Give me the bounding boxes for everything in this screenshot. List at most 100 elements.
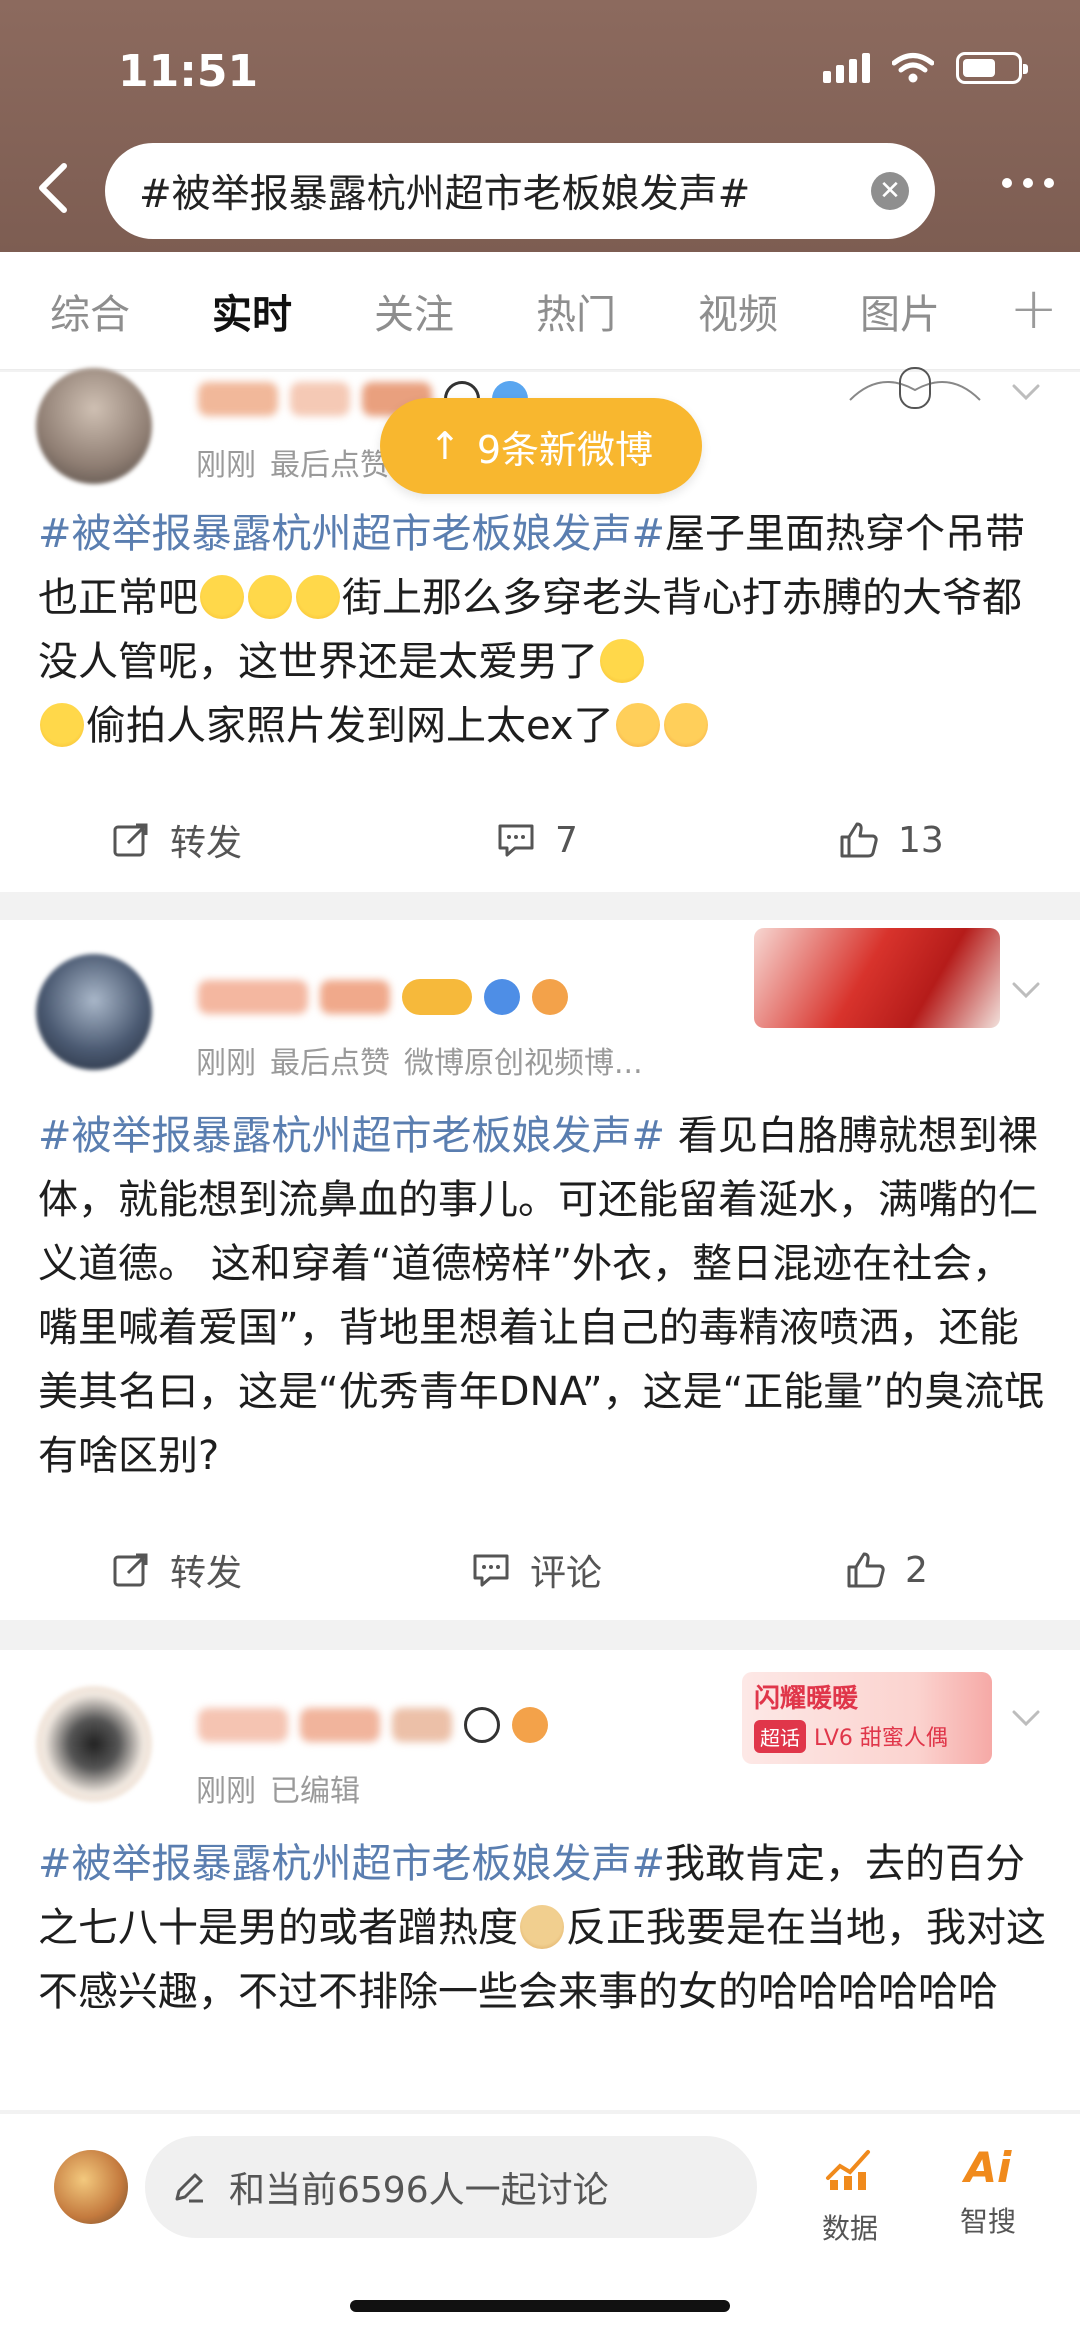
comment-icon bbox=[473, 1554, 509, 1587]
like-button[interactable]: 13 bbox=[838, 819, 944, 861]
grin-emoji-icon bbox=[248, 575, 292, 619]
comment-count: 7 bbox=[555, 819, 578, 861]
post-card: 刚刚 最后点赞 微博原创视频博... #被举报暴露杭州超市老板娘发声# 看见白胳膊就… bbox=[0, 920, 1080, 1620]
panda-badge-icon bbox=[464, 1707, 500, 1743]
smart-search-label: 智搜 bbox=[959, 2205, 1016, 2238]
crying-emoji-icon bbox=[615, 703, 660, 747]
tab-video[interactable]: 视频 bbox=[698, 282, 808, 340]
post-text: #被举报暴露杭州超市老板娘发声# 看见白胳膊就想到裸体，就能想到流鼻血的事儿。可… bbox=[38, 1104, 1048, 1488]
comment-label: 评论 bbox=[530, 1553, 603, 1594]
smirk-emoji-icon bbox=[600, 639, 644, 683]
tab-following[interactable]: 关注 bbox=[374, 282, 484, 340]
thumbs-up-icon bbox=[840, 822, 878, 858]
chevron-down-icon[interactable] bbox=[1008, 972, 1044, 1008]
topic-link[interactable]: #被举报暴露杭州超市老板娘发声# bbox=[38, 1113, 665, 1159]
wifi-icon bbox=[892, 53, 934, 83]
top-header: 11:51 #被举报暴露杭州超市老板娘发声# ✕ bbox=[0, 0, 1080, 252]
decorative-cage-icon bbox=[849, 367, 981, 409]
comment-button[interactable]: 7 bbox=[495, 819, 578, 861]
search-query: #被举报暴露杭州超市老板娘发声# bbox=[139, 172, 751, 217]
chevron-down-icon[interactable] bbox=[1008, 374, 1044, 410]
new-posts-label: 9条新微博 bbox=[476, 427, 654, 472]
post-edited: 已编辑 bbox=[270, 1774, 360, 1809]
post-text: #被举报暴露杭州超市老板娘发声#我敢肯定，去的百分之七八十是男的或者蹭热度 反正我… bbox=[38, 1832, 1048, 2024]
fan-badge-level: LV6 甜蜜人偶 bbox=[814, 1726, 948, 1751]
like-count: 13 bbox=[898, 819, 944, 861]
smirk-emoji-icon bbox=[40, 703, 84, 747]
grin-emoji-icon bbox=[296, 575, 340, 619]
search-input[interactable]: #被举报暴露杭州超市老板娘发声# ✕ bbox=[105, 143, 935, 239]
fan-badge-sub: 超话 bbox=[754, 1720, 806, 1753]
username-row[interactable] bbox=[198, 1700, 548, 1750]
tab-bar: 综合 实时 关注 热门 视频 图片 + bbox=[0, 252, 1080, 370]
post-source: 微博原创视频博... bbox=[404, 1046, 643, 1081]
repost-icon bbox=[113, 1553, 148, 1587]
repost-icon bbox=[113, 823, 148, 857]
comment-button[interactable]: 评论 bbox=[470, 1544, 602, 1596]
topic-link[interactable]: #被举报暴露杭州超市老板娘发声# bbox=[38, 511, 665, 557]
tab-comprehensive[interactable]: 综合 bbox=[50, 282, 160, 340]
post-actions: 转发 评论 2 bbox=[0, 1530, 1080, 1610]
fan-badge-title: 闪耀暖暖 bbox=[754, 1684, 859, 1714]
clear-icon[interactable]: ✕ bbox=[871, 172, 909, 210]
post-meta: 刚刚 已编辑 bbox=[196, 1766, 374, 1810]
fan-badge[interactable]: 闪耀暖暖 超话 LV6 甜蜜人偶 bbox=[742, 1672, 992, 1764]
smart-search-button[interactable]: Ai 智搜 bbox=[938, 2144, 1038, 2240]
username-row[interactable] bbox=[198, 972, 568, 1022]
post-text-part: 偷拍人家照片发到网上太ex了 bbox=[86, 703, 614, 749]
arrow-up-icon: ↑ bbox=[428, 424, 461, 468]
status-icons bbox=[823, 52, 1028, 84]
post-text-part: 看见白胳膊就想到裸体，就能想到流鼻血的事儿。可还能留着涎水，满嘴的仁义道德。 这… bbox=[38, 1113, 1045, 1479]
verified-badge-icon bbox=[484, 979, 520, 1015]
like-count: 2 bbox=[905, 1549, 928, 1591]
home-indicator bbox=[350, 2300, 730, 2312]
repost-label: 转发 bbox=[170, 823, 243, 864]
more-icon[interactable] bbox=[1002, 178, 1054, 188]
battery-icon bbox=[956, 52, 1028, 84]
signal-icon bbox=[823, 53, 870, 83]
data-button[interactable]: 数据 bbox=[800, 2144, 900, 2247]
repost-label: 转发 bbox=[170, 1553, 243, 1594]
grin-emoji-icon bbox=[200, 575, 244, 619]
fish-badge-icon bbox=[532, 979, 568, 1015]
back-icon[interactable] bbox=[28, 160, 84, 216]
crying-emoji-icon bbox=[663, 703, 708, 747]
avatar[interactable] bbox=[36, 954, 152, 1070]
like-button[interactable]: 2 bbox=[845, 1549, 928, 1591]
tab-realtime[interactable]: 实时 bbox=[212, 282, 322, 340]
tab-hot[interactable]: 热门 bbox=[536, 282, 646, 340]
data-label: 数据 bbox=[821, 2212, 878, 2245]
discussion-input[interactable]: 和当前6596人一起讨论 bbox=[145, 2136, 757, 2238]
post-time: 刚刚 bbox=[196, 1046, 256, 1081]
status-time: 11:51 bbox=[118, 46, 259, 97]
post-time: 刚刚 bbox=[196, 1774, 256, 1809]
doge-emoji-icon bbox=[520, 1905, 564, 1949]
level-badge-icon bbox=[402, 979, 472, 1015]
post-time: 刚刚 bbox=[196, 448, 256, 483]
thumbs-up-icon bbox=[847, 1552, 885, 1588]
flag-decoration-image bbox=[754, 928, 1000, 1028]
avatar[interactable] bbox=[36, 368, 152, 484]
topic-link[interactable]: #被举报暴露杭州超市老板娘发声# bbox=[38, 1841, 665, 1887]
new-posts-button[interactable]: ↑ 9条新微博 bbox=[380, 398, 702, 494]
post-meta-note: 最后点赞 bbox=[270, 1046, 390, 1081]
bar-chart-icon bbox=[826, 2150, 870, 2190]
discussion-placeholder: 和当前6596人一起讨论 bbox=[229, 2170, 609, 2211]
avatar[interactable] bbox=[36, 1686, 152, 1802]
fish-badge-icon bbox=[512, 1707, 548, 1743]
my-avatar[interactable] bbox=[54, 2150, 128, 2224]
chevron-down-icon[interactable] bbox=[1008, 1700, 1044, 1736]
ai-icon: Ai bbox=[964, 2143, 1012, 2192]
repost-button[interactable]: 转发 bbox=[110, 1544, 242, 1596]
post-meta: 刚刚 最后点赞 bbox=[196, 440, 404, 484]
tab-images[interactable]: 图片 bbox=[860, 282, 970, 340]
post-actions: 转发 7 13 bbox=[0, 800, 1080, 880]
post-card: 刚刚 已编辑 闪耀暖暖 超话 LV6 甜蜜人偶 #被举报暴露杭州超市老板娘发声#我… bbox=[0, 1650, 1080, 2110]
repost-button[interactable]: 转发 bbox=[110, 814, 242, 866]
comment-icon bbox=[498, 824, 534, 857]
post-text: #被举报暴露杭州超市老板娘发声#屋子里面热穿个吊带也正常吧 街上那么多穿老头背心打… bbox=[38, 502, 1048, 758]
add-tab-icon[interactable]: + bbox=[1009, 274, 1058, 342]
post-meta: 刚刚 最后点赞 微博原创视频博... bbox=[196, 1038, 657, 1082]
post-meta-note: 最后点赞 bbox=[270, 448, 390, 483]
pencil-icon bbox=[175, 2173, 203, 2203]
